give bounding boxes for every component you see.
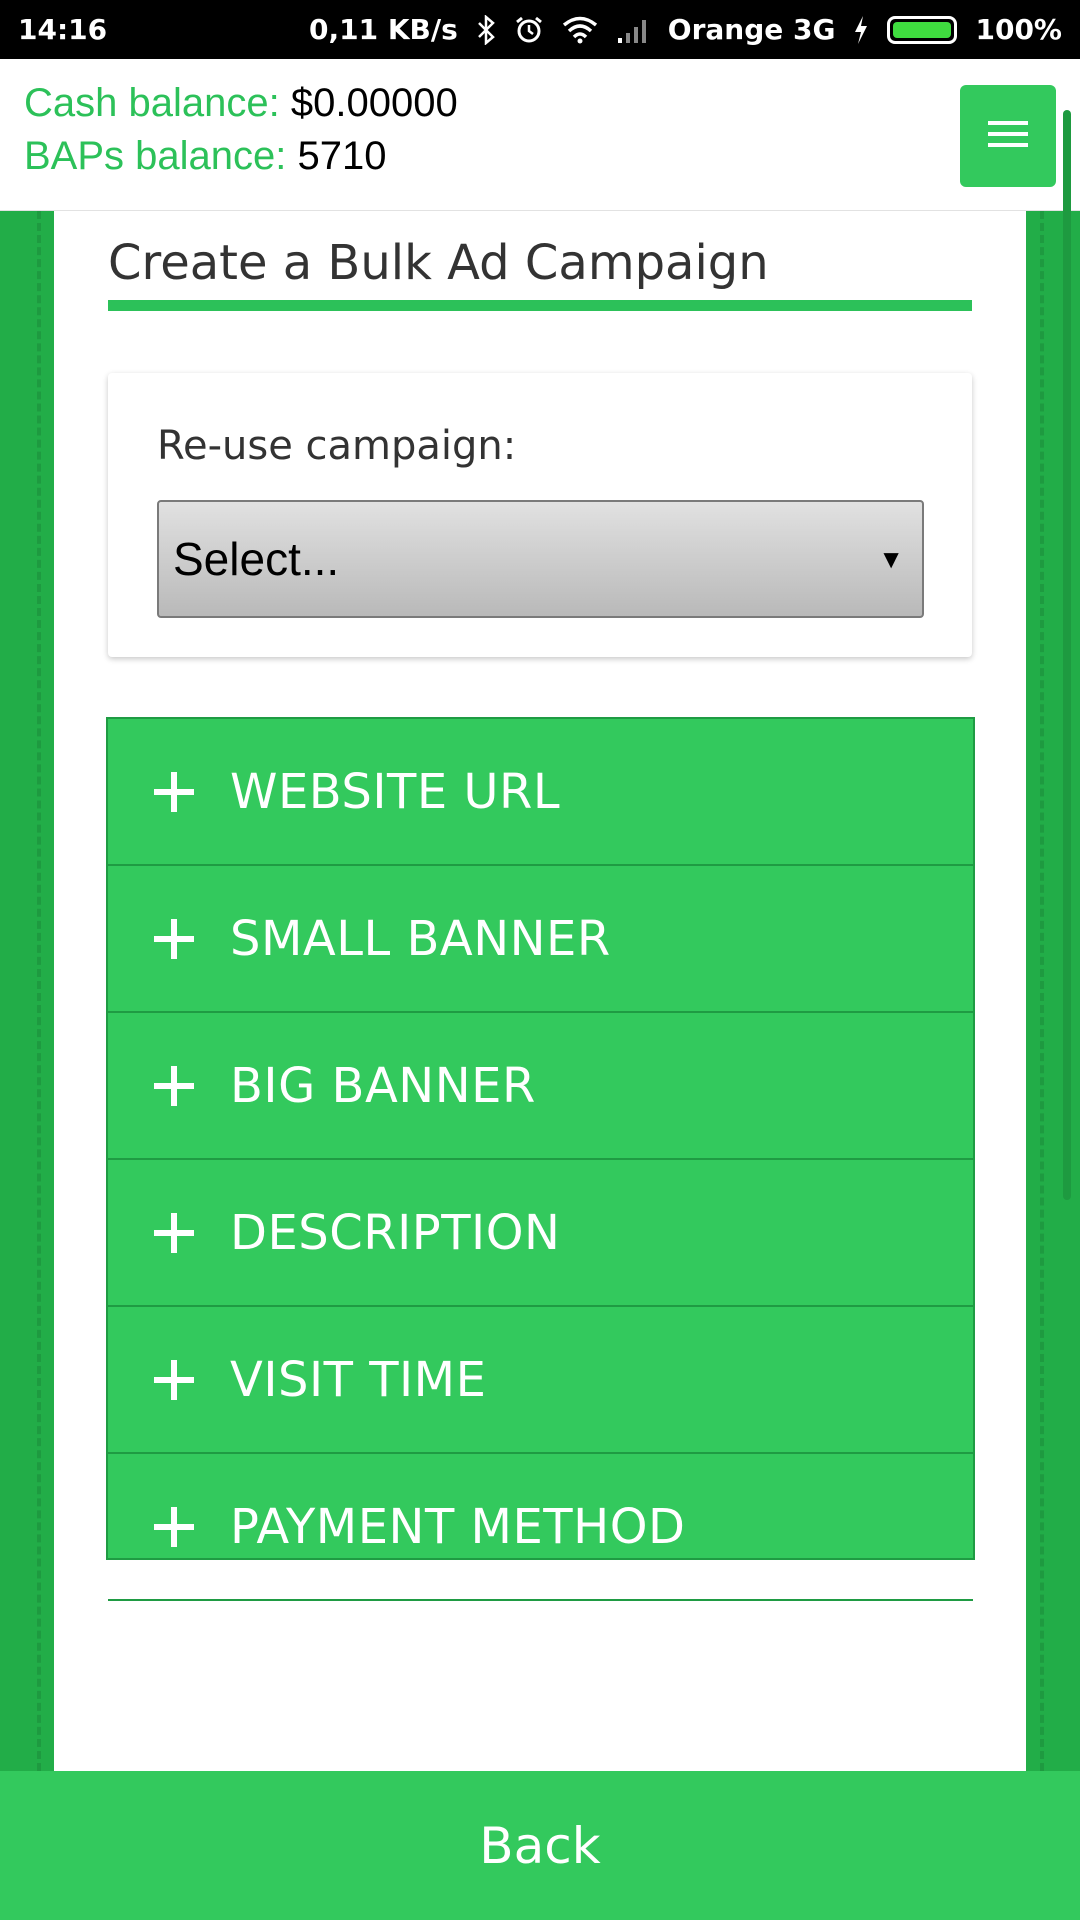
content-panel: Create a Bulk Ad Campaign Re-use campaig… <box>54 211 1026 1771</box>
status-time: 14:16 <box>18 13 108 46</box>
signal-icon <box>616 16 650 44</box>
charging-icon <box>853 15 869 45</box>
accordion-item-label: VISIT TIME <box>230 1351 487 1408</box>
plus-icon <box>154 1654 194 1695</box>
reuse-campaign-select[interactable]: Select... ▼ <box>157 500 924 618</box>
campaign-sections-accordion: WEBSITE URL SMALL BANNER BIG BANNER DESCRIP… <box>106 717 975 1703</box>
reuse-campaign-label: Re-use campaign: <box>157 423 517 469</box>
title-underline <box>108 300 972 311</box>
alarm-icon <box>514 15 544 45</box>
dropdown-arrow-icon: ▼ <box>878 543 904 574</box>
status-bar: 14:16 0,11 KB/s Orange 3G 100% <box>0 0 1080 59</box>
plus-icon <box>154 771 194 812</box>
app-header: Cash balance: $0.00000 BAPs balance: 571… <box>0 59 1080 211</box>
scrollbar[interactable] <box>1063 110 1071 1200</box>
plus-icon <box>154 1065 194 1106</box>
left-dashed-stripe <box>37 211 41 1771</box>
plus-icon <box>154 1359 194 1400</box>
right-dashed-stripe <box>1040 211 1044 1771</box>
plus-icon <box>154 918 194 959</box>
plus-icon <box>154 1212 194 1253</box>
accordion-item-label: QUANTITY <box>230 1646 478 1703</box>
network-speed: 0,11 KB/s <box>309 13 458 46</box>
accordion-item-label: DESCRIPTION <box>230 1204 561 1261</box>
status-indicators: 0,11 KB/s Orange 3G 100% <box>309 13 1062 46</box>
cash-balance-value: $0.00000 <box>290 81 458 125</box>
menu-button[interactable] <box>960 85 1056 187</box>
hamburger-menu-icon <box>988 119 1028 154</box>
accordion-item-visit-time[interactable]: VISIT TIME <box>108 1307 973 1454</box>
accordion-item-website-url[interactable]: WEBSITE URL <box>108 719 973 866</box>
accordion-item-payment-method[interactable]: PAYMENT METHOD <box>108 1454 973 1601</box>
accordion-item-big-banner[interactable]: BIG BANNER <box>108 1013 973 1160</box>
baps-balance-label: BAPs balance: <box>24 134 287 178</box>
cash-balance-label: Cash balance: <box>24 81 280 125</box>
battery-icon <box>887 15 958 44</box>
accordion-item-description[interactable]: DESCRIPTION <box>108 1160 973 1307</box>
accordion-item-label: PAYMENT METHOD <box>230 1498 686 1555</box>
reuse-campaign-card: Re-use campaign: Select... ▼ <box>108 373 972 657</box>
carrier-name: Orange 3G <box>667 13 836 46</box>
accordion-item-quantity[interactable]: QUANTITY <box>108 1601 973 1748</box>
back-button[interactable]: Back <box>0 1771 1080 1920</box>
baps-balance-value: 5710 <box>297 134 387 178</box>
page-title: Create a Bulk Ad Campaign <box>108 235 769 291</box>
battery-percent: 100% <box>975 13 1062 46</box>
plus-icon <box>154 1506 194 1547</box>
wifi-icon <box>562 16 598 44</box>
accordion-item-label: SMALL BANNER <box>230 910 611 967</box>
accordion-item-label: BIG BANNER <box>230 1057 536 1114</box>
cash-balance: Cash balance: $0.00000 <box>24 81 458 126</box>
accordion-item-label: WEBSITE URL <box>230 763 561 820</box>
back-button-label: Back <box>479 1816 601 1875</box>
accordion-item-small-banner[interactable]: SMALL BANNER <box>108 866 973 1013</box>
select-value: Select... <box>173 533 340 585</box>
bluetooth-icon <box>476 14 496 45</box>
baps-balance: BAPs balance: 5710 <box>24 134 387 179</box>
